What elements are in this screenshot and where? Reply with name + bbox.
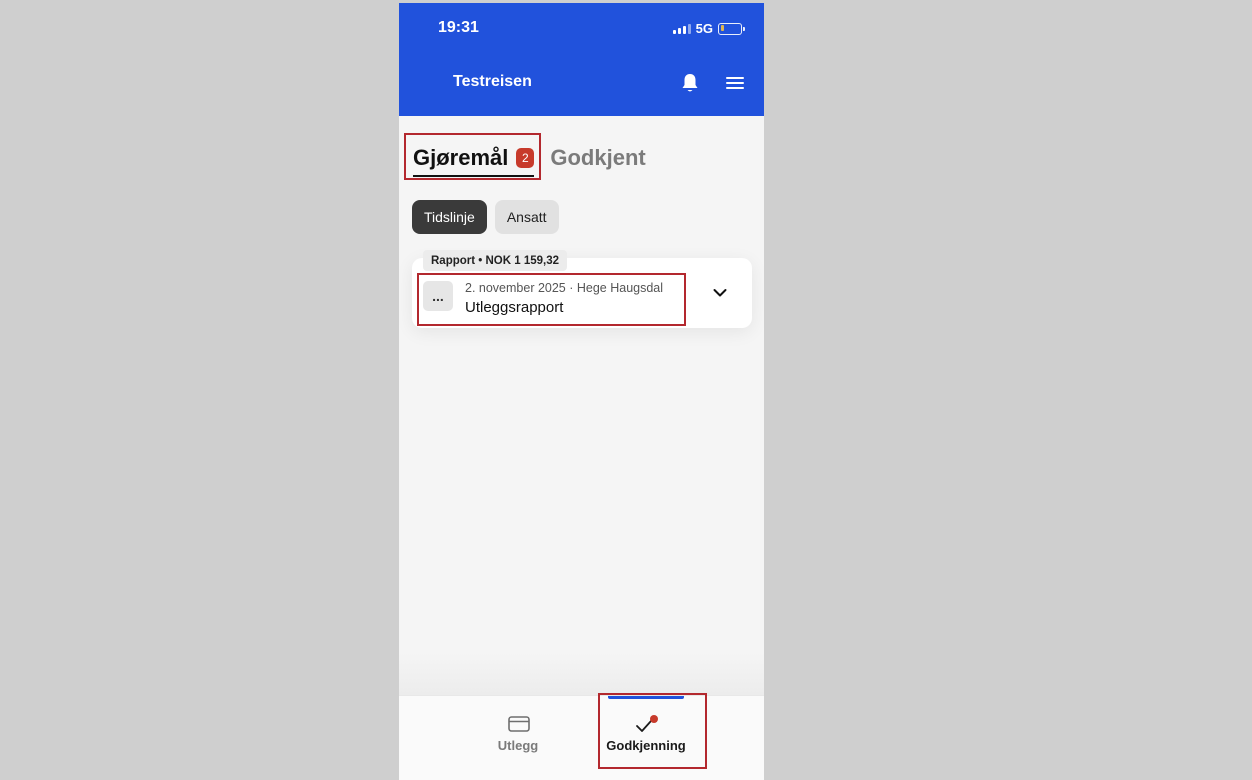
report-tag: Rapport • NOK 1 159,32 <box>423 250 568 271</box>
nav-approval-label: Godkjenning <box>606 738 686 753</box>
report-meta: 2. november 2025 · Hege Haugsdal <box>465 281 664 295</box>
filter-timeline-button[interactable]: Tidslinje <box>412 200 487 234</box>
filter-employee-button[interactable]: Ansatt <box>494 200 559 234</box>
more-icon: ... <box>432 288 444 304</box>
network-type: 5G <box>695 21 713 36</box>
phone-screen: 19:31 5G Testreisen Gjøremål 2 Godkjent … <box>399 3 764 780</box>
battery-icon <box>718 22 745 35</box>
credit-card-icon <box>508 716 530 732</box>
hamburger-menu-icon[interactable] <box>725 74 745 92</box>
nav-approval[interactable]: Godkjenning <box>596 696 696 780</box>
app-header: 19:31 5G Testreisen <box>399 3 764 116</box>
bottom-navigation: Utlegg Godkjenning <box>399 695 764 780</box>
tab-bar: Gjøremål 2 Godkjent <box>413 145 646 177</box>
chevron-down-icon[interactable] <box>712 285 728 301</box>
nav-expenses[interactable]: Utlegg <box>468 696 568 780</box>
view-filter: Tidslinje Ansatt <box>412 200 559 234</box>
notification-dot <box>650 715 658 723</box>
tab-todo-label: Gjøremål <box>413 145 509 170</box>
bottom-fade <box>399 653 764 695</box>
report-title: Utleggsrapport <box>465 299 564 316</box>
signal-icon <box>672 23 691 34</box>
bell-icon[interactable] <box>680 72 700 94</box>
tab-todo[interactable]: Gjøremål 2 <box>413 145 535 177</box>
page-title: Testreisen <box>453 73 532 90</box>
more-options-button[interactable]: ... <box>423 281 453 311</box>
nav-expenses-label: Utlegg <box>497 738 539 753</box>
status-indicators: 5G <box>672 21 745 36</box>
tab-approved[interactable]: Godkjent <box>550 145 645 177</box>
todo-count-badge: 2 <box>516 148 535 168</box>
status-time: 19:31 <box>438 19 479 36</box>
active-tab-indicator <box>608 696 684 699</box>
